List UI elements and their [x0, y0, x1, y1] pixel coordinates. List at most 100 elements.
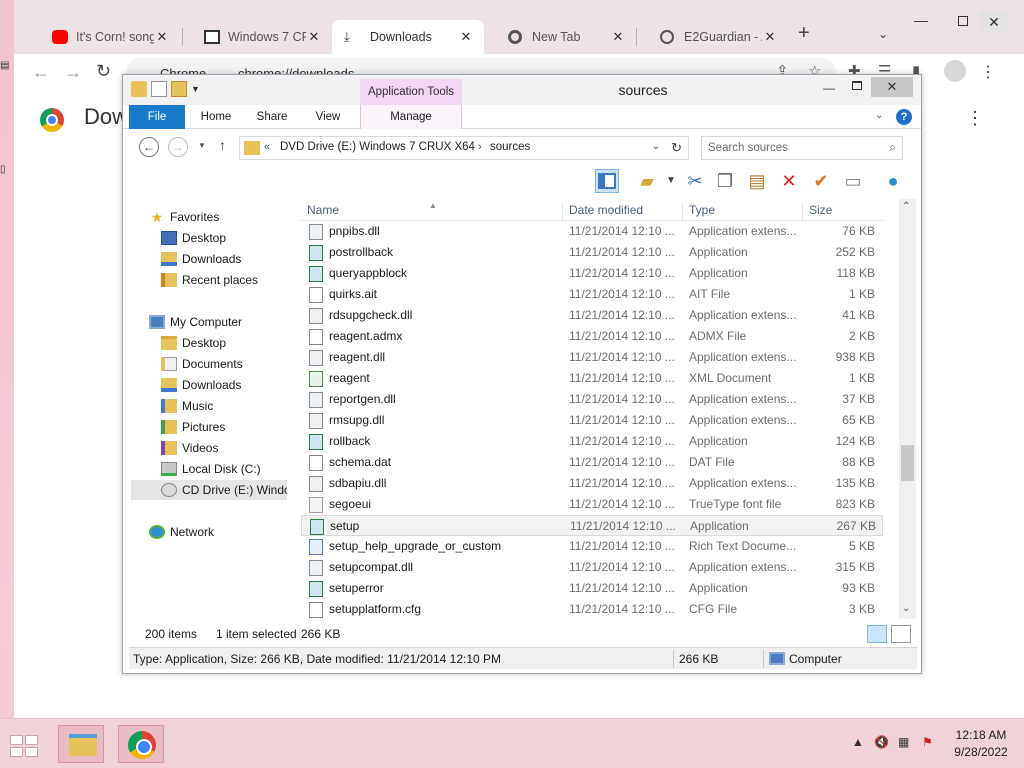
recent-locations-button[interactable]: ▼ — [198, 141, 206, 150]
customize-qat-icon[interactable]: ▼ — [191, 84, 200, 94]
tab-new-tab[interactable]: New Tab ✕ — [484, 20, 636, 54]
clock-time[interactable]: 12:18 AM — [946, 728, 1016, 742]
folder-options-button[interactable]: ▰ — [635, 169, 659, 193]
file-row[interactable]: setup 11/21/2014 12:10 ... Application 267 … — [301, 515, 883, 536]
file-row[interactable]: setuperror 11/21/2014 12:10 ... Applicatio… — [301, 578, 883, 599]
file-row[interactable]: reagent.dll 11/21/2014 12:10 ... Applicati… — [301, 347, 883, 368]
details-view-button[interactable] — [867, 625, 887, 643]
nav-fav-desktop[interactable]: Desktop — [161, 228, 226, 248]
preview-pane-button[interactable] — [595, 169, 619, 193]
tab-youtube[interactable]: It's Corn! song ( ✕ — [28, 20, 180, 54]
chevron-down-icon[interactable]: ⌄ — [652, 141, 660, 152]
file-row[interactable]: setupplatform.cfg 11/21/2014 12:10 ... CFG… — [301, 599, 883, 620]
vertical-scrollbar[interactable]: ⌃ ⌄ — [899, 199, 916, 619]
taskbar-chrome[interactable] — [118, 725, 164, 763]
file-row[interactable]: reportgen.dll 11/21/2014 12:10 ... Applica… — [301, 389, 883, 410]
nav-music[interactable]: Music — [161, 396, 213, 416]
speaker-muted-icon[interactable]: 🔇 — [874, 735, 889, 749]
address-segment-drive[interactable]: DVD Drive (E:) Windows 7 CRUX X64 — [280, 141, 475, 153]
expand-ribbon-icon[interactable]: ⌄ — [875, 110, 883, 121]
taskbar-explorer[interactable] — [58, 725, 104, 763]
file-row[interactable]: rdsupgcheck.dll 11/21/2014 12:10 ... Appli… — [301, 305, 883, 326]
nav-fav-recent[interactable]: Recent places — [161, 270, 258, 290]
scroll-down-icon[interactable]: ⌄ — [902, 603, 910, 614]
close-icon[interactable]: ✕ — [458, 29, 474, 45]
file-row[interactable]: setupcompat.dll 11/21/2014 12:10 ... Appli… — [301, 557, 883, 578]
tab-manage[interactable]: Manage — [360, 105, 462, 129]
file-row[interactable]: postrollback 11/21/2014 12:10 ... Applicat… — [301, 242, 883, 263]
file-row[interactable]: queryappblock 11/21/2014 12:10 ... Applica… — [301, 263, 883, 284]
address-segment-sources[interactable]: sources — [490, 141, 530, 153]
chrome-close-button[interactable]: ✕ — [980, 11, 1008, 33]
nav-videos[interactable]: Videos — [161, 438, 218, 458]
scroll-thumb[interactable] — [901, 445, 914, 481]
tab-share[interactable]: Share — [247, 105, 297, 129]
column-type[interactable]: Type — [683, 203, 803, 221]
new-tab-button[interactable]: + — [798, 22, 810, 45]
file-row[interactable]: schema.dat 11/21/2014 12:10 ... DAT File 88… — [301, 452, 883, 473]
cut-icon[interactable]: ✂ — [683, 169, 707, 193]
nav-my-computer[interactable]: My Computer — [149, 312, 242, 332]
nav-fav-downloads[interactable]: Downloads — [161, 249, 241, 269]
reload-button[interactable]: ↻ — [96, 61, 111, 82]
nav-local-disk[interactable]: Local Disk (C:) — [161, 459, 261, 479]
file-row[interactable]: segoeui 11/21/2014 12:10 ... TrueType font… — [301, 494, 883, 515]
file-row[interactable]: rollback 11/21/2014 12:10 ... Application 1… — [301, 431, 883, 452]
nav-documents[interactable]: Documents — [161, 354, 243, 374]
new-folder-icon[interactable] — [171, 81, 187, 97]
nav-downloads[interactable]: Downloads — [161, 375, 241, 395]
tab-downloads[interactable]: ⤓ Downloads ✕ — [332, 20, 484, 54]
explorer-close-button[interactable]: ✕ — [871, 77, 913, 97]
clock-date[interactable]: 9/28/2022 — [946, 745, 1016, 759]
address-bar[interactable]: « DVD Drive (E:) Windows 7 CRUX X64 › so… — [239, 136, 689, 160]
scroll-up-icon[interactable]: ⌃ — [902, 201, 910, 212]
chrome-minimize-button[interactable]: — — [906, 12, 936, 32]
forward-button[interactable]: → — [64, 62, 82, 83]
search-icon[interactable]: ⌕ — [889, 140, 896, 155]
tab-windows7[interactable]: Windows 7 CRU ✕ — [180, 20, 332, 54]
search-box[interactable]: ⌕ — [701, 136, 903, 160]
file-row[interactable]: setup_help_upgrade_or_custom 11/21/2014 1… — [301, 536, 883, 557]
file-row[interactable]: reagent.admx 11/21/2014 12:10 ... ADMX Fil… — [301, 326, 883, 347]
globe-icon[interactable]: ● — [881, 169, 905, 193]
close-icon[interactable]: ✕ — [610, 29, 626, 45]
chrome-maximize-button[interactable] — [948, 12, 978, 32]
nav-network[interactable]: Network — [149, 522, 214, 542]
file-row[interactable]: reagent 11/21/2014 12:10 ... XML Document 1… — [301, 368, 883, 389]
chevron-down-icon[interactable]: ▼ — [659, 169, 683, 193]
action-center-icon[interactable]: ⚑ — [922, 735, 933, 749]
close-icon[interactable]: ✕ — [762, 29, 778, 45]
column-name[interactable]: Name ▲ — [301, 201, 563, 221]
back-button[interactable]: ← — [32, 62, 50, 83]
explorer-maximize-button[interactable] — [847, 79, 867, 93]
forward-button[interactable]: → — [168, 137, 188, 157]
rename-icon[interactable]: ▭ — [841, 169, 865, 193]
file-row[interactable]: sdbapiu.dll 11/21/2014 12:10 ... Applicati… — [301, 473, 883, 494]
downloads-menu-icon[interactable]: ⋮ — [966, 108, 984, 129]
checkmark-icon[interactable]: ✔ — [809, 169, 833, 193]
nav-desktop[interactable]: Desktop — [161, 333, 226, 353]
close-icon[interactable]: ✕ — [306, 29, 322, 45]
network-tray-icon[interactable]: ▦ — [898, 735, 909, 749]
address-overflow[interactable]: « — [264, 141, 270, 153]
nav-cd-drive[interactable]: CD Drive (E:) Windows 7 CRUX X64 — [131, 480, 287, 500]
refresh-icon[interactable]: ↻ — [671, 140, 682, 156]
tab-home[interactable]: Home — [191, 105, 241, 129]
paste-icon[interactable]: ▤ — [745, 169, 769, 193]
column-date-modified[interactable]: Date modified — [563, 203, 683, 221]
file-row[interactable]: rmsupg.dll 11/21/2014 12:10 ... Applicatio… — [301, 410, 883, 431]
column-size[interactable]: Size — [803, 203, 883, 221]
tab-file[interactable]: File — [129, 105, 185, 129]
show-hidden-icons[interactable]: ▲ — [852, 735, 864, 749]
tab-e2guardian[interactable]: E2Guardian - Ac ✕ — [636, 20, 788, 54]
tab-view[interactable]: View — [303, 105, 353, 129]
search-input[interactable] — [708, 140, 878, 156]
start-button[interactable] — [10, 735, 38, 757]
properties-icon[interactable] — [151, 81, 167, 97]
nav-favorites[interactable]: ★ Favorites — [149, 207, 220, 227]
tab-search-button[interactable]: ⌄ — [878, 27, 888, 41]
copy-icon[interactable]: ❐ — [713, 169, 737, 193]
up-button[interactable]: ↑ — [219, 137, 226, 153]
file-row[interactable]: quirks.ait 11/21/2014 12:10 ... AIT File 1 … — [301, 284, 883, 305]
chevron-right-icon[interactable]: › — [478, 141, 482, 153]
